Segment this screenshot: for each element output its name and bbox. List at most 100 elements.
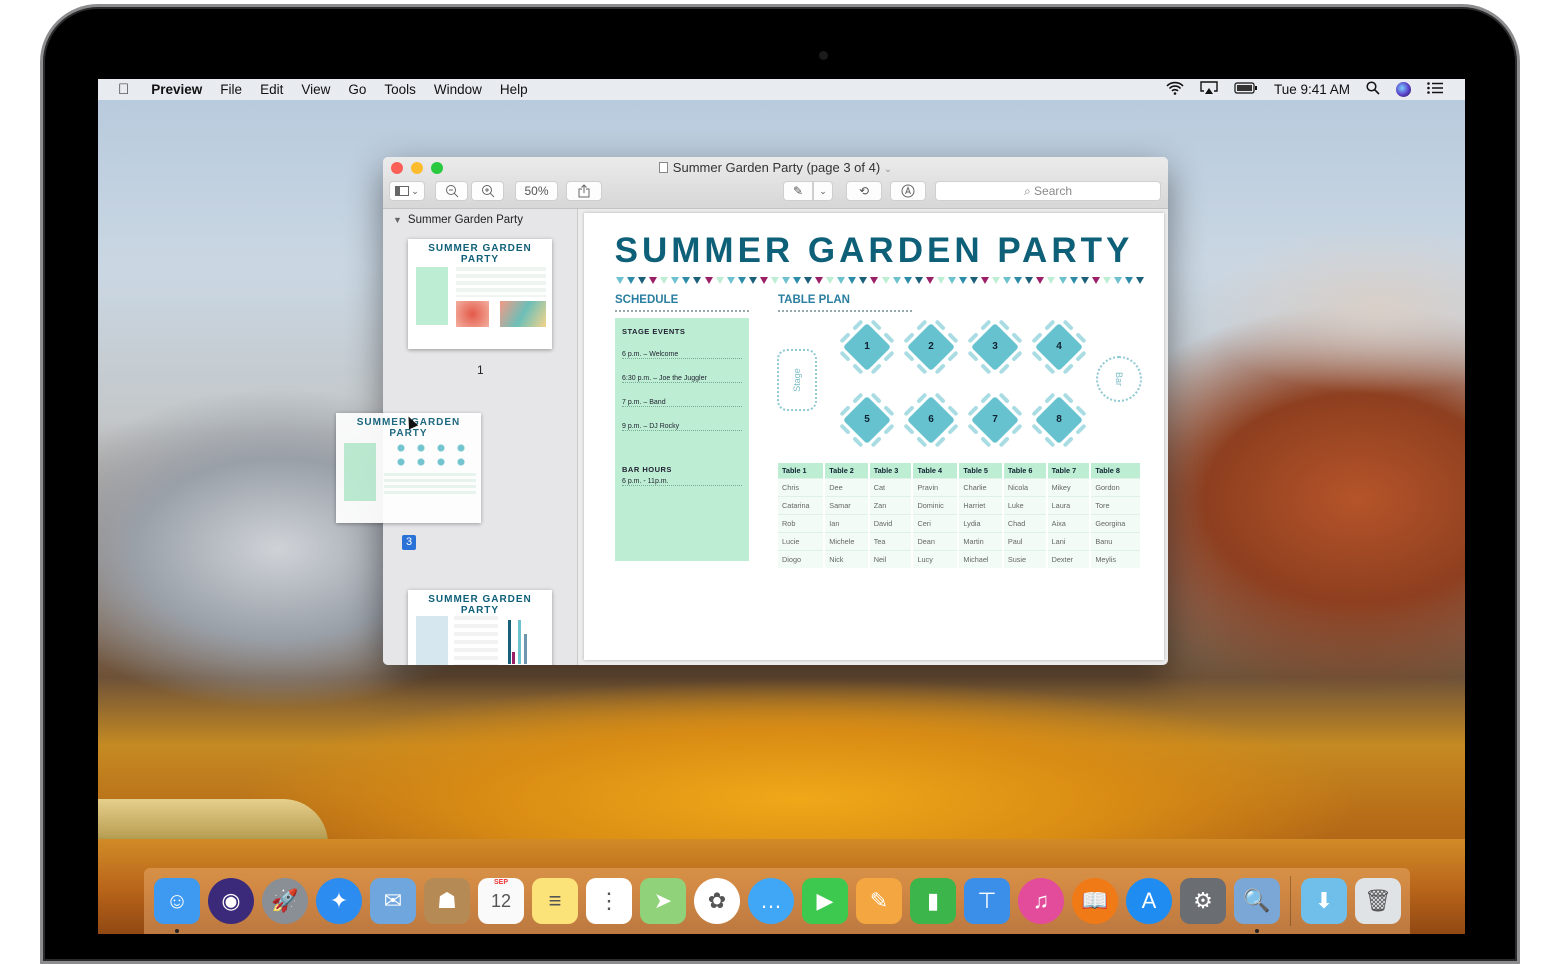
chevron-down-icon: ⌄	[411, 185, 419, 196]
finder-icon[interactable]: ☺	[154, 878, 200, 933]
ibooks-icon[interactable]: 📖	[1072, 878, 1118, 924]
menu-tools[interactable]: Tools	[384, 82, 416, 97]
dock-icon-glyph: ✦	[329, 888, 349, 913]
reminders-icon[interactable]: ⋮	[586, 878, 632, 924]
dock-icon-glyph: 🗑	[1364, 888, 1392, 913]
sidebar-document-group[interactable]: ▼ Summer Garden Party	[383, 209, 577, 226]
itunes-icon[interactable]: ♫	[1018, 878, 1064, 924]
app-store-icon[interactable]: A	[1126, 878, 1172, 924]
system-preferences-icon[interactable]: ⚙	[1180, 878, 1226, 924]
table-number: 2	[928, 341, 934, 352]
menu-bar:  Preview File Edit View Go Tools Window…	[98, 79, 1465, 100]
bunting-flag	[992, 277, 1001, 284]
facetime-icon[interactable]: ▶	[802, 878, 848, 924]
seating-cell: Chris	[778, 478, 826, 497]
camera	[819, 51, 828, 60]
rotate-button[interactable]: ⟲	[846, 181, 882, 201]
dock-icon-glyph: ♫	[1032, 888, 1050, 913]
seating-cell: Dominic	[912, 496, 960, 515]
dotted-divider	[778, 310, 912, 312]
zoom-level-button[interactable]: 50%	[515, 181, 558, 201]
calendar-icon[interactable]: SEP 12	[478, 878, 524, 924]
menu-go[interactable]: Go	[348, 82, 366, 97]
search-icon: ⌕	[1023, 184, 1031, 198]
menu-file[interactable]: File	[220, 82, 242, 97]
page-thumbnail-4[interactable]: SUMMER GARDEN PARTY	[408, 590, 552, 665]
notes-icon[interactable]: ≡	[532, 878, 578, 924]
siri-icon[interactable]	[1396, 82, 1411, 97]
bunting-flag	[1036, 277, 1045, 284]
bunting-flag	[958, 277, 967, 284]
menu-view[interactable]: View	[301, 82, 330, 97]
bunting-flag	[1135, 277, 1144, 284]
messages-icon[interactable]: …	[748, 878, 794, 924]
siri-icon[interactable]: ◉	[208, 878, 254, 924]
bunting-flag	[1113, 277, 1122, 284]
thumbnail-sidebar-block	[416, 616, 448, 665]
mail-icon[interactable]: ✉	[370, 878, 416, 924]
zoom-out-button[interactable]	[435, 181, 468, 201]
menu-window[interactable]: Window	[434, 82, 482, 97]
page-thumbnail-1[interactable]: SUMMER GARDEN PARTY	[408, 239, 552, 349]
window-title-wrap[interactable]: Summer Garden Party (page 3 of 4) ⌄	[383, 160, 1168, 175]
numbers-icon[interactable]: ▮	[910, 878, 956, 924]
bunting-flag	[748, 277, 757, 284]
share-button[interactable]	[566, 181, 602, 201]
dock-icon-glyph: ☺	[165, 888, 189, 913]
thumbnail-photo-2	[500, 301, 546, 327]
clock[interactable]: Tue 9:41 AM	[1274, 82, 1350, 97]
bunting-flag	[693, 277, 702, 284]
bunting-flag	[715, 277, 724, 284]
bunting-flag	[1069, 277, 1078, 284]
table-row: Lucie Michele Tea Dean Martin Paul Lani Banu	[778, 532, 1142, 551]
seating-cell: Cat	[868, 478, 914, 497]
zoom-in-button[interactable]	[471, 181, 504, 201]
maps-icon[interactable]: ➤	[640, 878, 686, 924]
sidebar-toggle-button[interactable]: ⌄	[389, 181, 425, 201]
bunting-flag	[759, 277, 768, 284]
highlight-button[interactable]: ✎	[783, 181, 813, 201]
menu-edit[interactable]: Edit	[260, 82, 283, 97]
dock-icon-glyph: ✎	[869, 888, 889, 913]
airplay-icon[interactable]	[1200, 81, 1218, 98]
safari-icon[interactable]: ✦	[316, 878, 362, 924]
seating-header-cell: Table 3	[868, 463, 914, 479]
pages-icon[interactable]: ✎	[856, 878, 902, 924]
search-input[interactable]: ⌕ Search	[935, 181, 1161, 201]
stage-label: Stage	[792, 368, 802, 392]
seating-cell: Aixa	[1046, 514, 1092, 533]
wifi-icon[interactable]	[1166, 81, 1184, 98]
contacts-icon[interactable]: ☗	[424, 878, 470, 924]
chevron-down-icon: ⌄	[819, 185, 827, 196]
bunting-flag	[848, 277, 857, 284]
highlight-options-button[interactable]: ⌄	[813, 181, 833, 201]
dock-icon-glyph: ⚙	[1193, 888, 1213, 913]
bunting-flag	[804, 277, 813, 284]
downloads-folder-icon[interactable]: ⬇	[1301, 878, 1347, 924]
notification-center-icon[interactable]	[1427, 82, 1443, 97]
trash-icon[interactable]: 🗑	[1355, 878, 1401, 924]
spotlight-search-icon[interactable]	[1366, 81, 1380, 98]
keynote-icon[interactable]: ⊤	[964, 878, 1010, 924]
menu-help[interactable]: Help	[500, 82, 528, 97]
bunting-flag	[870, 277, 879, 284]
search-placeholder: Search	[1034, 184, 1073, 198]
dock-icon-glyph: ☗	[437, 888, 457, 913]
seating-cell: Lucy	[912, 550, 960, 568]
table-row: Chris Dee Cat Pravin Charlie Nicola Mikey Gordo…	[778, 478, 1142, 497]
seating-cell: Mikey	[1046, 478, 1092, 497]
seating-header-cell: Table 6	[1002, 463, 1048, 479]
thumbnail-chart-bar	[518, 620, 521, 664]
thumbnail-sidebar-block	[416, 267, 448, 325]
apple-menu-icon[interactable]: 	[118, 81, 129, 98]
bar-area: Bar	[1096, 356, 1142, 402]
preview-icon[interactable]: 🔍	[1234, 878, 1280, 933]
battery-icon[interactable]	[1234, 82, 1258, 97]
launchpad-icon[interactable]: 🚀	[262, 878, 308, 924]
photos-icon[interactable]: ✿	[694, 878, 740, 924]
app-menu[interactable]: Preview	[151, 82, 202, 97]
seating-header-cell: Table 7	[1046, 463, 1092, 479]
stage-events-label: STAGE EVENTS	[622, 327, 686, 336]
disclosure-triangle-icon[interactable]: ▼	[393, 215, 402, 225]
markup-button[interactable]	[890, 181, 926, 201]
